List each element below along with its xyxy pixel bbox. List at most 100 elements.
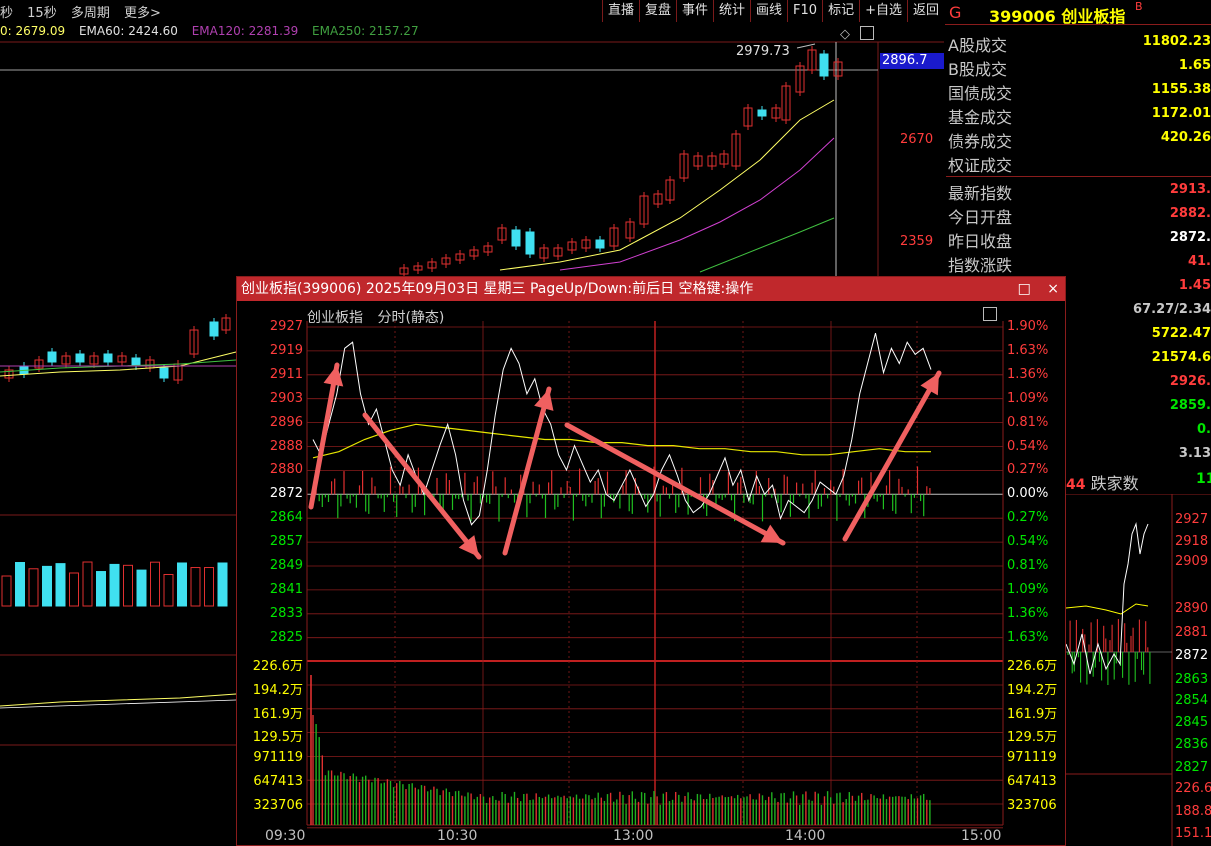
decliners-row: 44 跌家数 xyxy=(1066,470,1139,494)
board-superscript: B xyxy=(1135,0,1143,13)
price-tick-label: 2833 xyxy=(269,605,303,621)
decliners-count: 44 xyxy=(1066,477,1086,493)
volume-tick-label: 129.5万 xyxy=(252,730,303,746)
volume-tick-label: 323706 xyxy=(253,797,303,813)
percent-tick-label: 1.09% xyxy=(1007,390,1049,406)
price-tick-2670: 2670 xyxy=(900,132,934,147)
quote-row-value: 1.45 xyxy=(1178,278,1211,293)
quote-row: 权证成交 xyxy=(946,152,1211,175)
volume-tick-label-right: 323706 xyxy=(1007,797,1057,813)
volume-tick-label-right: 971119 xyxy=(1007,750,1057,766)
intraday-popup[interactable]: 创业板指(399006) 2025年09月03日 星期三 PageUp/Down… xyxy=(236,276,1066,846)
quote-row-value: 2913. xyxy=(1169,182,1211,197)
intraday-chart[interactable] xyxy=(237,277,1065,845)
mini-axis-tick: 2918 xyxy=(1175,534,1209,549)
group-tag: G xyxy=(949,3,962,22)
percent-tick-label: 1.36% xyxy=(1007,605,1049,621)
price-tick-label: 2849 xyxy=(269,558,303,573)
left-volume-bars xyxy=(1,561,228,607)
layout-toggle-icon[interactable] xyxy=(860,26,874,40)
quote-row-label: 指数涨跌 xyxy=(948,256,1013,275)
volume-tick-label: 647413 xyxy=(253,774,303,789)
percent-tick-label: 1.09% xyxy=(1007,581,1049,597)
price-tick-label: 2872 xyxy=(269,486,303,502)
quote-row: B股成交 1.65 xyxy=(946,56,1211,79)
quote-row-value: 1155.38 xyxy=(1151,82,1211,97)
mini-axis-tick: 2927 xyxy=(1175,512,1209,527)
mini-axis-tick: 2863 xyxy=(1175,672,1209,687)
quote-row-value: 2882. xyxy=(1169,206,1211,221)
volume-tick-label-right: 194.2万 xyxy=(1007,682,1058,698)
quote-row-value: 1.65 xyxy=(1178,58,1211,73)
diamond-icon[interactable]: ◇ xyxy=(840,27,850,42)
price-tick-label: 2896 xyxy=(269,414,303,430)
price-tick-label: 2888 xyxy=(269,438,303,454)
mini-axis-tick: 2890 xyxy=(1175,601,1209,616)
volume-tick-label-right: 129.5万 xyxy=(1007,730,1058,746)
mini-axis-tick: 2909 xyxy=(1175,554,1209,569)
time-axis-label: 15:00 xyxy=(961,828,1002,844)
price-tick-label: 2857 xyxy=(269,534,303,550)
decliners-label: 跌家数 xyxy=(1090,474,1139,493)
volume-tick-label-right: 647413 xyxy=(1007,774,1057,789)
percent-tick-label: 0.27% xyxy=(1007,462,1049,478)
mini-axis-tick: 2845 xyxy=(1175,715,1209,730)
quote-row-value: 3.13 xyxy=(1178,446,1211,461)
time-axis-label: 14:00 xyxy=(785,828,826,844)
quote-row-value: 2926. xyxy=(1169,374,1211,389)
mini-axis-tick: 2827 xyxy=(1175,760,1209,775)
volume-tick-label-right: 161.9万 xyxy=(1007,706,1058,722)
high-price-label: 2979.73 xyxy=(736,44,790,59)
quote-row-value: 2872. xyxy=(1169,230,1211,245)
quote-row-label: 最新指数 xyxy=(948,184,1013,203)
decliners-tail: 11 xyxy=(1196,471,1211,487)
time-axis-label: 09:30 xyxy=(265,828,306,844)
mini-axis-tick: 2872 xyxy=(1175,648,1209,663)
price-tick-label: 2911 xyxy=(269,366,303,382)
price-tick-label: 2919 xyxy=(269,342,303,358)
quote-row-value: 41. xyxy=(1187,254,1211,269)
quote-row-label: 国债成交 xyxy=(948,84,1013,103)
quote-row: 国债成交 1155.38 xyxy=(946,80,1211,103)
quote-row-label: 基金成交 xyxy=(948,108,1013,127)
percent-tick-label: 0.81% xyxy=(1007,558,1049,573)
price-tick-label: 2880 xyxy=(269,462,303,478)
volume-bars xyxy=(310,675,931,825)
price-tick-label: 2841 xyxy=(269,581,303,597)
mini-axis-tick: 2881 xyxy=(1175,625,1209,640)
volume-tick-label-right: 226.6万 xyxy=(1007,659,1058,674)
percent-tick-label: 1.63% xyxy=(1007,629,1049,645)
time-axis-label: 13:00 xyxy=(613,828,654,844)
mini-axis-tick: 2854 xyxy=(1175,693,1209,708)
percent-tick-label: 1.36% xyxy=(1007,366,1049,382)
volume-tick-label: 161.9万 xyxy=(252,706,303,722)
quote-row: 债券成交 420.26 xyxy=(946,128,1211,151)
percent-tick-label: 1.90% xyxy=(1007,319,1049,334)
chart-grid xyxy=(306,321,1004,829)
percent-tick-label: 1.63% xyxy=(1007,342,1049,358)
volume-tick-label: 226.6万 xyxy=(252,659,303,674)
quote-row: 昨日收盘 2872. xyxy=(946,228,1211,251)
percent-tick-label: 0.27% xyxy=(1007,510,1049,526)
quote-row-value: 420.26 xyxy=(1160,130,1211,145)
quote-row-label: 权证成交 xyxy=(948,156,1013,175)
quote-row-value: 1172.01 xyxy=(1151,106,1211,121)
quote-row: A股成交 11802.23 xyxy=(946,32,1211,55)
quote-row-value: 5722.47 xyxy=(1151,326,1211,341)
quote-row-label: 昨日收盘 xyxy=(948,232,1013,251)
quote-row: 指数涨跌 41. xyxy=(946,252,1211,275)
mini-axis-tick: 226.6 xyxy=(1175,781,1211,796)
quote-row-value: 21574.6 xyxy=(1151,350,1211,365)
quote-row-label: B股成交 xyxy=(948,60,1007,79)
percent-tick-label: 0.54% xyxy=(1007,438,1049,454)
current-price-box: 2896.7 xyxy=(880,53,944,69)
volume-tick-label: 971119 xyxy=(253,750,303,766)
quote-row-label: 债券成交 xyxy=(948,132,1013,151)
price-tick-label: 2903 xyxy=(269,390,303,406)
quote-row-value: 11802.23 xyxy=(1142,34,1211,49)
quote-row-value: 2859. xyxy=(1169,398,1211,413)
quote-row: 最新指数 2913. xyxy=(946,180,1211,203)
time-axis-label: 10:30 xyxy=(437,828,478,844)
price-tick-label: 2864 xyxy=(269,510,303,526)
mini-axis-tick: 188.8 xyxy=(1175,804,1211,819)
